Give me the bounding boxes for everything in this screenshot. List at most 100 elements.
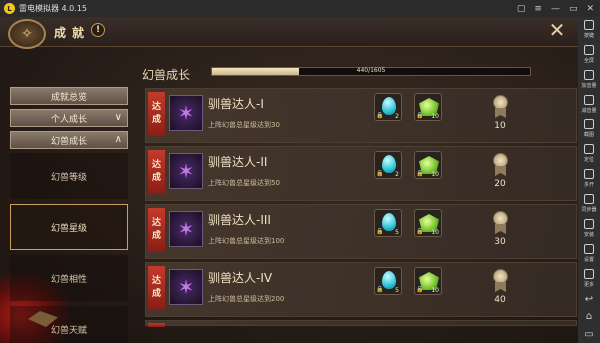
sidebar-label: 减音量 [581, 107, 597, 114]
beast-egg-icon [382, 155, 396, 173]
submenu-beast-affinity[interactable]: 幻兽相性 [10, 255, 128, 301]
menu-personal-growth-button[interactable]: 个人成长 ∨ [10, 109, 128, 127]
beast-growth-submenu: 幻兽等级 幻兽星级 幻兽相性 幻兽天赋 [10, 153, 128, 343]
window-controls: ▢ ≡ — ▭ ✕ [517, 4, 600, 14]
medal-icon [490, 95, 510, 121]
achievement-description: 上阵幻兽总星级达到50 [208, 179, 280, 187]
reward-egg[interactable]: 🔒 2 [374, 151, 402, 179]
completed-badge: 达成 [148, 266, 165, 310]
sidebar-item-volume-down[interactable]: 减音量 [581, 94, 597, 117]
home-icon[interactable]: ⌂ [586, 308, 592, 326]
fullscreen-icon [583, 44, 594, 55]
beast-item-icon: ✶ [169, 95, 203, 131]
reward-egg[interactable]: 🔒 5 [374, 267, 402, 295]
sidebar-item-install[interactable]: 安装 [583, 218, 594, 241]
achievement-row[interactable]: 达成 ✶ 驯兽达人-I 上阵幻兽总星级达到30 🔒 2 🔒 10 10 [145, 88, 577, 143]
window-close-icon[interactable]: ✕ [586, 4, 594, 14]
reward-quantity: 5 [395, 229, 399, 236]
sidebar-item-sync[interactable]: 同步器 [581, 194, 597, 216]
sidebar-item-settings[interactable]: 设置 [583, 243, 594, 266]
page-title: 成就 [54, 26, 91, 40]
menu-beast-growth-label: 幻兽成长 [50, 136, 87, 147]
medal-icon [490, 153, 510, 179]
multi-instance-icon [583, 169, 594, 180]
location-icon [583, 144, 594, 155]
achievement-description: 上阵幻兽总星级达到200 [208, 295, 285, 303]
chevron-down-icon: ∨ [114, 112, 122, 123]
submenu-beast-talent[interactable]: 幻兽天赋 [10, 306, 128, 343]
window-list-icon[interactable]: ≡ [534, 4, 542, 14]
beast-item-icon: ✶ [169, 211, 203, 247]
sidebar-label: 定位 [583, 157, 594, 164]
maximize-icon[interactable]: ▭ [569, 4, 578, 14]
beast-item-icon: ✶ [169, 269, 203, 305]
emulator-logo-icon: L [4, 3, 15, 14]
completed-badge: 达成 [148, 150, 165, 194]
reward-quantity: 2 [395, 171, 399, 178]
medal-icon [490, 211, 510, 237]
completed-badge: 达成 [148, 92, 165, 136]
medal-icon [490, 269, 510, 295]
sidebar-label: 安装 [583, 231, 594, 238]
beast-egg-icon [382, 213, 396, 231]
achievement-points: 10 [494, 121, 506, 131]
reward-orb[interactable]: 🔒 10 [414, 151, 442, 179]
achievement-description: 上阵幻兽总星级达到30 [208, 121, 280, 129]
achievement-row[interactable]: 达成 ✶ 驯兽达人-III 上阵幻兽总星级达到100 🔒 5 🔒 10 30 [145, 204, 577, 259]
help-icon[interactable]: ! [91, 23, 105, 37]
sidebar-item-fullscreen[interactable]: 全屏 [583, 44, 594, 67]
sync-icon [583, 194, 594, 205]
menu-beast-growth-button[interactable]: 幻兽成长 ∧ [10, 131, 128, 149]
sidebar-item-location[interactable]: 定位 [583, 144, 594, 166]
sidebar-item-multi[interactable]: 多开 [583, 169, 594, 191]
submenu-beast-level[interactable]: 幻兽等级 [10, 153, 128, 199]
submenu-label: 幻兽相性 [50, 274, 87, 285]
reward-egg[interactable]: 🔒 5 [374, 209, 402, 237]
beast-egg-icon [382, 271, 396, 289]
sidebar-label: 全屏 [583, 57, 594, 64]
window-menu-icon[interactable]: ▢ [517, 4, 526, 14]
reward-orb[interactable]: 🔒 10 [414, 267, 442, 295]
reward-quantity: 2 [395, 113, 399, 120]
achievement-points: 40 [494, 295, 506, 305]
back-icon[interactable]: ↩ [585, 290, 593, 308]
sidebar-item-more[interactable]: 更多 [583, 268, 594, 291]
achievement-row-partial[interactable] [145, 320, 577, 327]
submenu-label: 幻兽星级 [50, 223, 87, 234]
emulator-sidebar: 按键 全屏 加音量 减音量 截图 定位 多开 同步器 安装 设置 更多 ↩ ⌂ … [578, 17, 600, 343]
volume-down-icon [583, 94, 594, 105]
minimize-icon[interactable]: — [551, 4, 560, 14]
menu-overview-label: 成就总览 [50, 92, 87, 103]
completed-badge: 达成 [148, 208, 165, 252]
achievement-row[interactable]: 达成 ✶ 驯兽达人-IV 上阵幻兽总星级达到200 🔒 5 🔒 10 40 [145, 262, 577, 317]
sidebar-label: 同步器 [581, 207, 597, 214]
achievement-emblem-icon: ✧ [8, 19, 46, 49]
reward-orb[interactable]: 🔒 10 [414, 209, 442, 237]
lock-icon: 🔒 [416, 112, 424, 119]
achievement-row[interactable]: 达成 ✶ 驯兽达人-II 上阵幻兽总星级达到50 🔒 2 🔒 10 20 [145, 146, 577, 201]
reward-quantity: 5 [395, 287, 399, 294]
progress-text: 440/1605 [356, 67, 386, 74]
emulator-title: 雷电模拟器 4.0.15 [19, 4, 87, 13]
close-button[interactable]: ✕ [548, 20, 566, 40]
reward-quantity: 10 [431, 229, 439, 236]
menu-personal-growth-label: 个人成长 [50, 114, 87, 125]
reward-egg[interactable]: 🔒 2 [374, 93, 402, 121]
sidebar-item-keyboard[interactable]: 按键 [583, 20, 594, 42]
reward-orb[interactable]: 🔒 10 [414, 93, 442, 121]
sidebar-item-screenshot[interactable]: 截图 [583, 119, 594, 141]
achievement-title: 驯兽达人-III [208, 213, 271, 227]
reward-quantity: 10 [431, 171, 439, 178]
submenu-beast-star[interactable]: 幻兽星级 [10, 204, 128, 250]
sidebar-item-volume-up[interactable]: 加音量 [581, 69, 597, 92]
recent-apps-icon[interactable]: ▭ [584, 325, 593, 343]
reward-quantity: 10 [431, 113, 439, 120]
lock-icon: 🔒 [376, 228, 384, 235]
lock-icon: 🔒 [376, 286, 384, 293]
submenu-label: 幻兽等级 [50, 172, 87, 183]
menu-overview-button[interactable]: 成就总览 [10, 87, 128, 105]
settings-icon [583, 243, 594, 254]
achievement-title: 驯兽达人-IV [208, 271, 273, 285]
lock-icon: 🔒 [416, 170, 424, 177]
achievement-list[interactable]: 达成 ✶ 驯兽达人-I 上阵幻兽总星级达到30 🔒 2 🔒 10 10 达成 ✶ 驯… [145, 88, 577, 327]
